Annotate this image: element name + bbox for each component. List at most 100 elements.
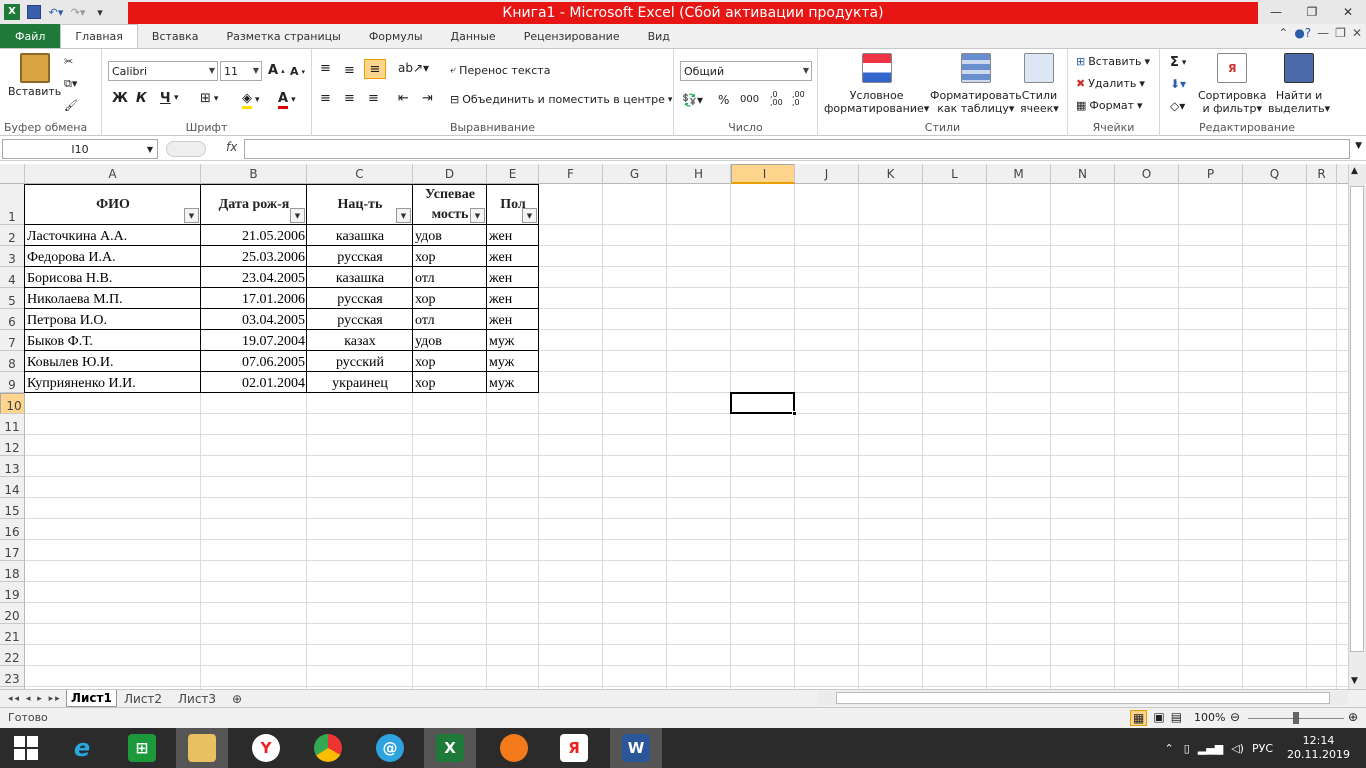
table-cell[interactable]: 02.01.2004 [201,372,307,393]
fill-color-icon[interactable]: ◈ ▾ [242,91,260,109]
delete-cells-button[interactable]: ✖ Удалить ▾ [1076,77,1145,90]
paste-button[interactable]: Вставить [8,53,61,98]
row-header-4[interactable]: 4 [0,267,25,288]
tray-chevron-icon[interactable]: ⌃ [1165,742,1174,755]
format-cells-button[interactable]: ▦ Формат ▾ [1076,99,1143,112]
font-size-select[interactable]: 11 ▼ [220,61,262,81]
close-workbook-icon[interactable]: ✕ [1352,26,1362,40]
table-cell[interactable]: жен [487,225,539,246]
sheet-tab-3[interactable]: Лист3 [174,690,220,707]
table-cell[interactable]: жен [487,309,539,330]
row-header-20[interactable]: 20 [0,603,25,624]
row-header-16[interactable]: 16 [0,519,25,540]
row-header-6[interactable]: 6 [0,309,25,330]
table-cell[interactable]: 23.04.2005 [201,267,307,288]
table-cell[interactable]: Федорова И.А. [25,246,201,267]
volume-icon[interactable]: ◁) [1231,742,1244,755]
align-middle-icon[interactable]: ≡ [344,63,355,78]
insert-cells-button[interactable]: ⊞ Вставить ▾ [1076,55,1150,68]
table-cell[interactable]: русская [307,309,413,330]
cut-icon[interactable]: ✂ [64,55,73,68]
scroll-up-icon[interactable]: ▲ [1351,166,1358,176]
tab-formulas[interactable]: Формулы [355,24,437,48]
align-top-icon[interactable]: ≡ [320,61,331,76]
language-indicator[interactable]: РУС [1252,742,1273,755]
copy-icon[interactable]: ⧉▾ [64,77,77,91]
restore-button[interactable]: ❐ [1294,0,1330,24]
table-cell[interactable]: муж [487,351,539,372]
borders-icon[interactable]: ⊞ ▾ [200,91,218,106]
tab-review[interactable]: Рецензирование [510,24,634,48]
format-as-table-button[interactable]: Форматировать как таблицу▾ [930,53,1022,115]
row-header-23[interactable]: 23 [0,666,25,687]
table-cell[interactable]: 25.03.2006 [201,246,307,267]
conditional-formatting-button[interactable]: Условное форматирование▾ [824,53,929,115]
table-cell[interactable]: 17.01.2006 [201,288,307,309]
filter-dropdown-icon[interactable]: ▼ [522,208,537,223]
underline-button[interactable]: Ч [160,91,171,106]
column-header-e[interactable]: E [487,164,539,184]
select-all-corner[interactable] [0,164,25,184]
zoom-slider-thumb[interactable] [1293,712,1299,724]
excel-logo-icon[interactable]: X [2,2,22,22]
tab-insert[interactable]: Вставка [138,24,213,48]
column-header-n[interactable]: N [1051,164,1115,184]
table-cell[interactable]: хор [413,288,487,309]
network-icon[interactable]: ▂▄▆ [1198,742,1223,755]
horizontal-scroll-thumb[interactable] [836,692,1330,704]
table-cell[interactable]: отл [413,267,487,288]
column-header-j[interactable]: J [795,164,859,184]
tab-data[interactable]: Данные [437,24,510,48]
filter-dropdown-icon[interactable]: ▼ [396,208,411,223]
tab-file[interactable]: Файл [0,24,61,48]
merge-center-button[interactable]: ⊟ Объединить и поместить в центре ▾ [450,93,672,106]
clear-icon[interactable]: ◇▾ [1170,99,1185,113]
taskbar-internet-explorer[interactable]: e [56,728,108,768]
find-select-button[interactable]: Найти и выделить▾ [1268,53,1330,115]
zoom-in-icon[interactable]: ⊕ [1348,710,1358,724]
taskbar-mail[interactable]: @ [364,728,416,768]
table-cell[interactable]: 07.06.2005 [201,351,307,372]
formula-input[interactable] [244,139,1350,159]
battery-icon[interactable]: ▯ [1184,742,1190,755]
table-cell[interactable]: жен [487,267,539,288]
increase-decimal-button[interactable]: ,0 ,00 [770,91,790,107]
column-header-p[interactable]: P [1179,164,1243,184]
column-header-d[interactable]: D [413,164,487,184]
redo-icon[interactable]: ↷▾ [68,2,88,22]
table-cell[interactable]: 03.04.2005 [201,309,307,330]
table-cell[interactable]: 19.07.2004 [201,330,307,351]
column-header-b[interactable]: B [201,164,307,184]
table-cell[interactable]: русская [307,246,413,267]
format-painter-icon[interactable]: 🖌 [64,99,78,112]
bold-button[interactable]: Ж [112,91,128,106]
page-break-view-icon[interactable]: ▤ [1171,710,1182,726]
table-cell[interactable]: Борисова Н.В. [25,267,201,288]
table-cell[interactable]: Николаева М.П. [25,288,201,309]
row-header-18[interactable]: 18 [0,561,25,582]
row-header-21[interactable]: 21 [0,624,25,645]
help-icon[interactable]: ●? [1294,26,1311,40]
row-header-19[interactable]: 19 [0,582,25,603]
column-header-q[interactable]: Q [1243,164,1307,184]
taskbar-firefox[interactable] [488,728,540,768]
column-header-h[interactable]: H [667,164,731,184]
decrease-decimal-button[interactable]: ,00 ,0 [792,91,812,107]
table-cell[interactable]: Ковылев Ю.И. [25,351,201,372]
new-sheet-icon[interactable]: ⊕ [228,690,246,707]
table-cell[interactable]: жен [487,246,539,267]
row-header-12[interactable]: 12 [0,435,25,456]
worksheet-grid[interactable]: ABCDEFGHIJKLMNOPQR 1 2 3 4 5 6 7 8 9 10 11 12 13 14 15… [0,164,1348,689]
table-cell[interactable]: украинец [307,372,413,393]
table-cell[interactable]: Быков Ф.Т. [25,330,201,351]
thousands-button[interactable]: 000 [740,94,759,105]
increase-indent-icon[interactable]: ⇥ [422,91,433,106]
table-cell[interactable]: казах [307,330,413,351]
customize-qat-icon[interactable]: ▾ [90,2,110,22]
taskbar-yandex-browser[interactable]: Y [240,728,292,768]
table-cell[interactable]: муж [487,372,539,393]
taskbar-file-explorer[interactable] [176,728,228,768]
table-cell[interactable]: Куприяненко И.И. [25,372,201,393]
row-header-17[interactable]: 17 [0,540,25,561]
underline-dropdown-icon[interactable]: ▾ [174,93,179,103]
